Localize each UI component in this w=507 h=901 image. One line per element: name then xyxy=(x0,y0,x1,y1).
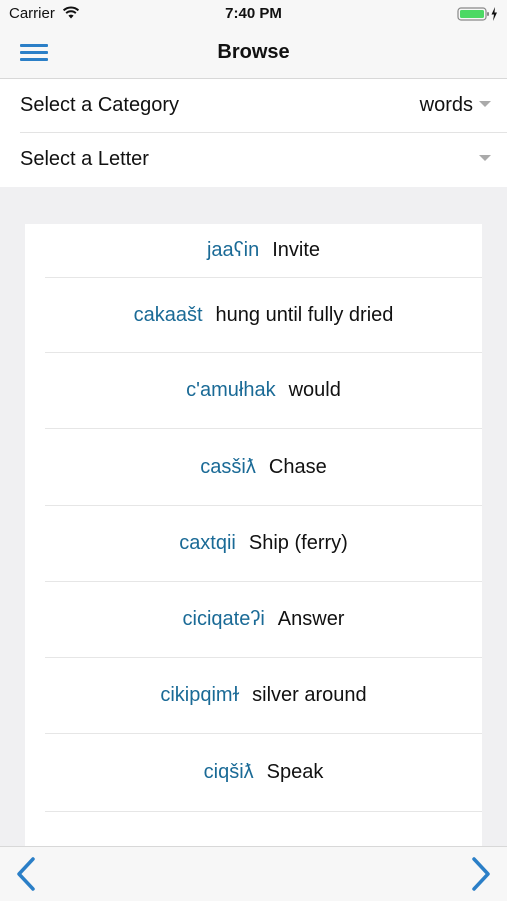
word-definition: Speak xyxy=(266,761,324,783)
list-item[interactable]: ciciqateʔi Answer xyxy=(45,582,482,658)
dropdown-caret-icon xyxy=(479,101,491,107)
filter-panel: Select a Category words Select a Letter xyxy=(0,79,507,187)
category-selector[interactable]: Select a Category words xyxy=(20,79,507,133)
battery-icon xyxy=(457,7,497,21)
chevron-left-icon[interactable] xyxy=(14,856,38,892)
word-definition: Chase xyxy=(268,455,327,478)
word-term: caxtqii xyxy=(179,532,236,554)
list-item[interactable]: ciqšiƛ Speak xyxy=(45,734,482,812)
word-term: jaaʕin xyxy=(206,239,260,261)
word-definition: Ship (ferry) xyxy=(248,532,348,554)
category-value: words xyxy=(419,94,473,116)
word-list: jaaʕin Invite cakaašt hung until fully d… xyxy=(25,224,482,846)
word-definition: Answer xyxy=(277,608,345,630)
bottom-toolbar xyxy=(0,846,507,901)
status-bar: Carrier 7:40 PM xyxy=(0,0,507,28)
word-definition: would xyxy=(288,379,341,401)
word-term: cakaašt xyxy=(133,303,203,326)
word-term: cikipqimɫ xyxy=(160,684,240,706)
list-item[interactable]: c'amułhak would xyxy=(45,353,482,429)
list-item[interactable]: casšiƛ Chase xyxy=(45,429,482,506)
letter-label: Select a Letter xyxy=(20,148,149,170)
list-item[interactable]: caxtqii Ship (ferry) xyxy=(45,506,482,582)
category-label: Select a Category xyxy=(20,94,179,116)
list-item[interactable]: cikipqimɫ silver around xyxy=(45,658,482,734)
word-definition: silver around xyxy=(252,684,367,706)
word-definition: hung until fully dried xyxy=(215,303,394,326)
word-term: ciqšiƛ xyxy=(203,761,254,783)
word-term: c'amułhak xyxy=(186,379,276,401)
page-title: Browse xyxy=(217,41,290,63)
dropdown-caret-icon xyxy=(479,155,491,161)
status-time: 7:40 PM xyxy=(225,5,282,22)
letter-selector[interactable]: Select a Letter xyxy=(0,133,507,187)
navigation-bar: Browse xyxy=(0,28,507,79)
list-item[interactable]: cakaašt hung until fully dried xyxy=(45,278,482,353)
word-term: casšiƛ xyxy=(200,455,256,478)
word-term: ciciqateʔi xyxy=(182,608,265,630)
word-definition: Invite xyxy=(272,239,321,261)
chevron-right-icon[interactable] xyxy=(469,856,493,892)
list-item[interactable]: jaaʕin Invite xyxy=(45,224,482,278)
